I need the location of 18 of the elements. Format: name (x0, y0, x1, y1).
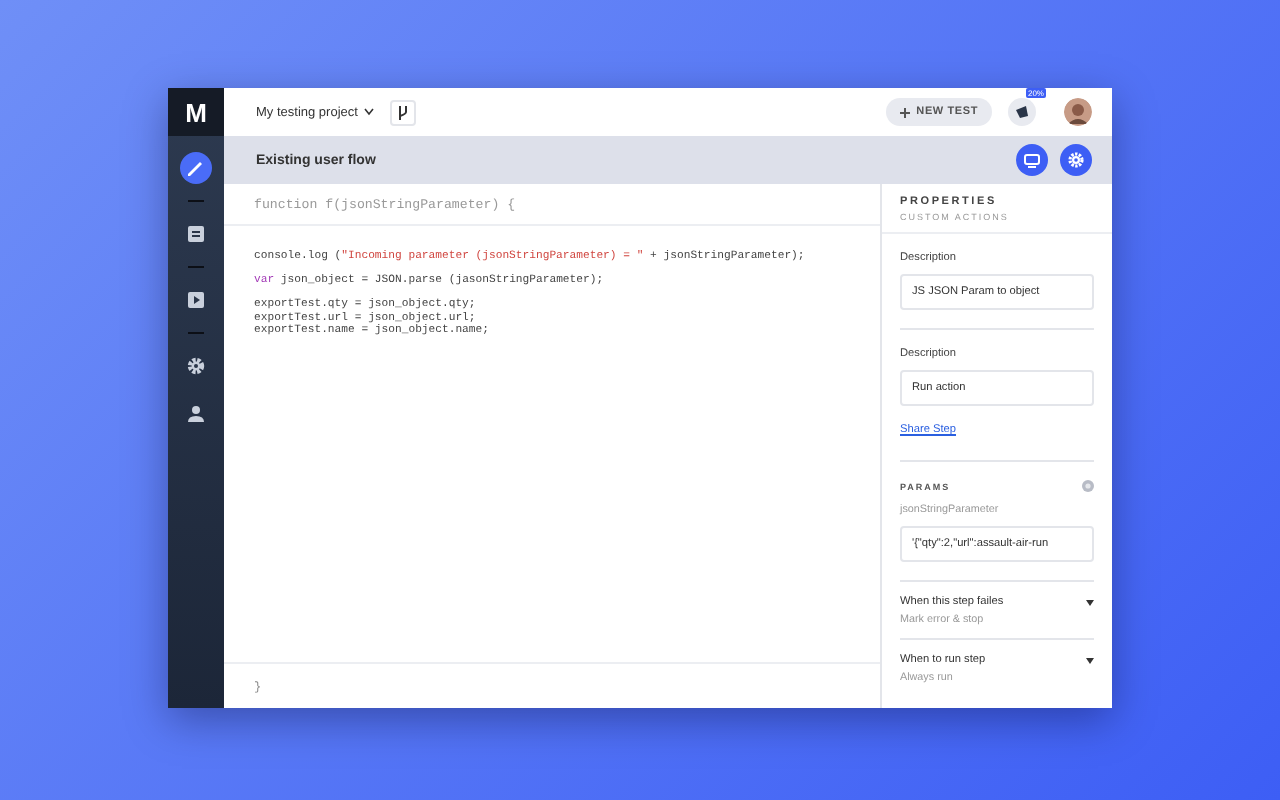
user-icon (186, 404, 206, 424)
list-icon (186, 224, 206, 244)
settings-button[interactable] (1060, 144, 1092, 176)
branch-button[interactable] (389, 99, 416, 125)
chevron-down-icon[interactable] (363, 108, 374, 116)
sidebar-item[interactable] (180, 152, 212, 184)
settings-icon (1068, 152, 1084, 168)
monitor-icon (1024, 153, 1040, 167)
caret-down-icon[interactable] (1086, 599, 1094, 605)
play-icon (186, 290, 206, 310)
preview-button[interactable] (1016, 144, 1048, 176)
settings-icon (186, 356, 206, 376)
app-logo[interactable]: M (168, 88, 224, 136)
caret-down-icon[interactable] (1086, 657, 1094, 663)
avatar[interactable] (1064, 98, 1092, 126)
plus-icon (900, 107, 911, 117)
pencil-icon (186, 158, 206, 178)
branch-icon (397, 105, 408, 119)
